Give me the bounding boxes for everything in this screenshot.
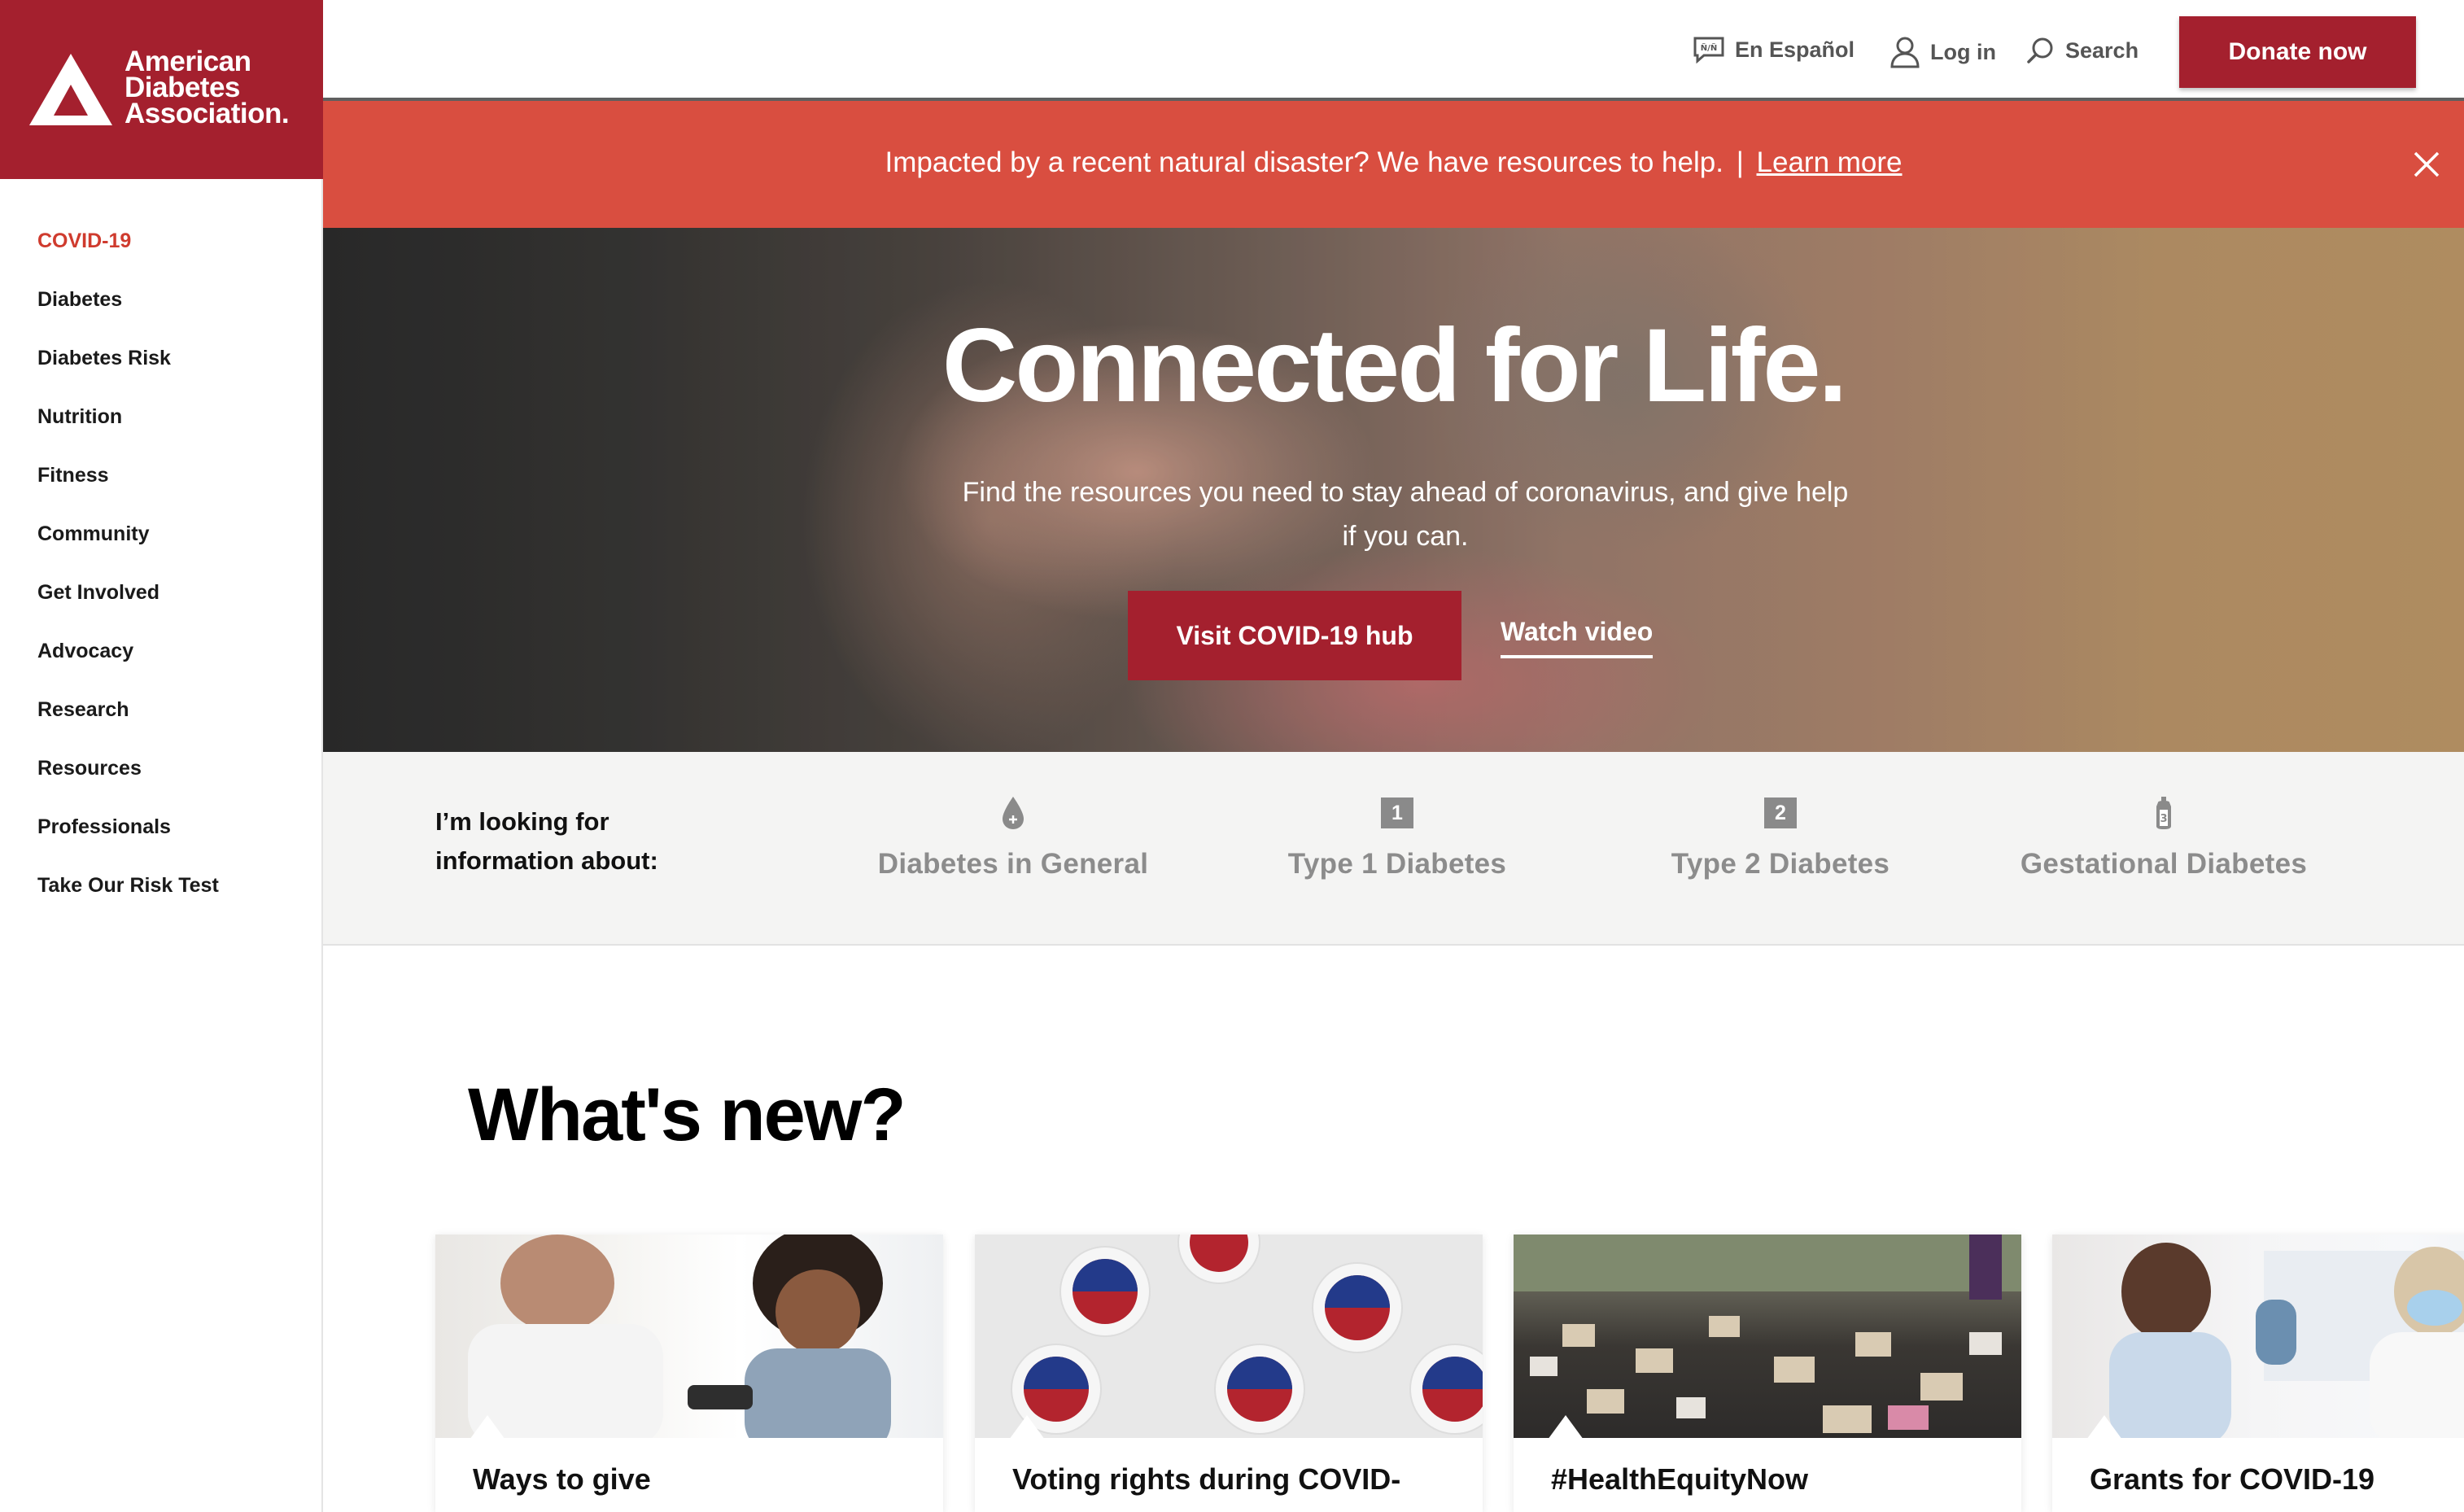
ada-triangle-icon xyxy=(29,54,112,125)
top-bar: Ñ/Ñ En Español Log in Search Donate now xyxy=(323,0,2464,101)
espanol-link[interactable]: Ñ/Ñ En Español xyxy=(1693,36,1855,63)
main-nav: COVID-19 Diabetes Diabetes Risk Nutritio… xyxy=(0,179,321,915)
nav-item-diabetes[interactable]: Diabetes xyxy=(0,270,321,329)
login-link[interactable]: Log in xyxy=(1890,36,1996,68)
nav-item-advocacy[interactable]: Advocacy xyxy=(0,622,321,680)
nav-item-covid-19[interactable]: COVID-19 xyxy=(0,212,321,270)
alert-message: Impacted by a recent natural disaster? W… xyxy=(885,146,1723,178)
nav-item-nutrition[interactable]: Nutrition xyxy=(0,387,321,446)
topic-selector-label: I’m looking for information about: xyxy=(435,807,658,875)
nav-item-community[interactable]: Community xyxy=(0,505,321,563)
search-icon xyxy=(2027,37,2053,63)
user-icon xyxy=(1890,37,1920,68)
watch-video-link[interactable]: Watch video xyxy=(1501,617,1654,658)
card-notch xyxy=(470,1415,505,1440)
nav-item-get-involved[interactable]: Get Involved xyxy=(0,563,321,622)
nav-item-diabetes-risk[interactable]: Diabetes Risk xyxy=(0,329,321,387)
topic-label: Type 1 Diabetes xyxy=(1287,848,1507,880)
card-image xyxy=(975,1235,1483,1438)
topic-label: Gestational Diabetes xyxy=(2020,848,2308,880)
whats-new-heading: What's new? xyxy=(468,1073,907,1156)
topic-type-2[interactable]: 2 Type 2 Diabetes xyxy=(1610,794,1951,881)
nav-item-research[interactable]: Research xyxy=(0,680,321,739)
hero-subtitle: Find the resources you need to stay ahea… xyxy=(962,477,1849,552)
ada-logo[interactable]: American Diabetes Association. xyxy=(0,0,323,179)
card-title: Grants for COVID-19 xyxy=(2090,1462,2375,1496)
nav-item-fitness[interactable]: Fitness xyxy=(0,446,321,505)
hero-banner: Connected for Life. Find the resources y… xyxy=(323,228,2464,752)
speech-bubble-icon: Ñ/Ñ xyxy=(1693,37,1724,63)
news-card-voting-rights[interactable]: Voting rights during COVID- xyxy=(975,1235,1483,1512)
topic-gestational[interactable]: 3 Gestational Diabetes xyxy=(1993,794,2335,881)
svg-text:Ñ/Ñ: Ñ/Ñ xyxy=(1701,42,1717,53)
news-card-ways-to-give[interactable]: Ways to give xyxy=(435,1235,943,1512)
topic-selector: I’m looking for information about: Diabe… xyxy=(323,752,2464,946)
card-notch xyxy=(2086,1415,2122,1440)
nav-item-risk-test[interactable]: Take Our Risk Test xyxy=(0,856,321,915)
topic-type-1[interactable]: 1 Type 1 Diabetes xyxy=(1226,794,1568,881)
nav-item-professionals[interactable]: Professionals xyxy=(0,798,321,856)
close-icon[interactable] xyxy=(2410,148,2443,181)
sidebar: American Diabetes Association. COVID-19 … xyxy=(0,0,323,1512)
search-link[interactable]: Search xyxy=(2026,36,2139,65)
card-notch xyxy=(1548,1415,1584,1440)
card-title: #HealthEquityNow xyxy=(1551,1462,1809,1496)
logo-wordmark: American Diabetes Association. xyxy=(125,46,290,129)
visit-covid-hub-button[interactable]: Visit COVID-19 hub xyxy=(1128,591,1461,680)
alert-separator: | xyxy=(1736,146,1744,178)
number-2-icon: 2 xyxy=(1764,798,1797,828)
blood-drop-icon xyxy=(1003,797,1024,829)
donate-button[interactable]: Donate now xyxy=(2179,16,2416,88)
card-image xyxy=(435,1235,943,1438)
card-title: Ways to give xyxy=(473,1462,651,1496)
news-card-covid-grants[interactable]: Grants for COVID-19 xyxy=(2052,1235,2464,1512)
nav-item-resources[interactable]: Resources xyxy=(0,739,321,798)
card-image xyxy=(1514,1235,2021,1438)
topic-diabetes-general[interactable]: Diabetes in General xyxy=(842,794,1184,881)
card-image xyxy=(2052,1235,2464,1438)
topic-label: Diabetes in General xyxy=(877,848,1149,880)
news-card-health-equity[interactable]: #HealthEquityNow xyxy=(1514,1235,2021,1512)
topic-label: Type 2 Diabetes xyxy=(1671,848,1890,880)
disaster-alert-banner: Impacted by a recent natural disaster? W… xyxy=(323,101,2464,228)
svg-text:3: 3 xyxy=(2160,813,2167,825)
card-title: Voting rights during COVID- xyxy=(1012,1462,1401,1496)
card-notch xyxy=(1009,1415,1045,1440)
number-1-icon: 1 xyxy=(1381,798,1413,828)
baby-bottle-icon: 3 xyxy=(2156,797,2171,829)
alert-text: Impacted by a recent natural disaster? W… xyxy=(323,146,2464,179)
hero-title: Connected for Life. xyxy=(941,308,1847,424)
learn-more-link[interactable]: Learn more xyxy=(1757,146,1903,178)
